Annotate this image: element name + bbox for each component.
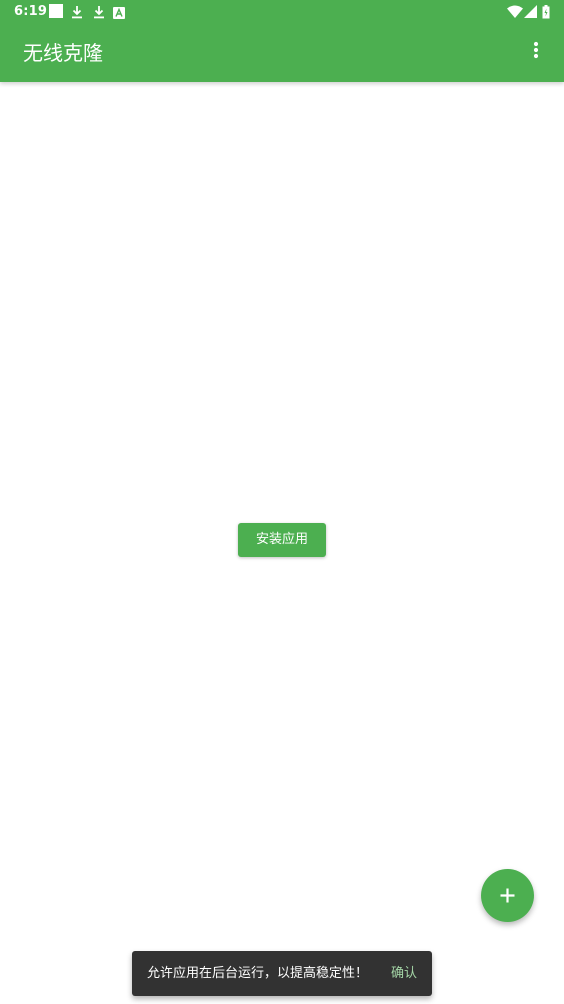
status-bar: 6:19 xyxy=(0,0,564,24)
cell-signal-icon xyxy=(524,4,538,18)
add-icon xyxy=(500,888,515,903)
download-icon xyxy=(70,4,84,19)
more-vert-icon xyxy=(533,41,539,59)
snackbar: 允许应用在后台运行，以提高稳定性！ 确认 xyxy=(132,951,432,996)
wifi-icon xyxy=(507,4,523,18)
add-fab-button[interactable] xyxy=(481,869,534,922)
battery-icon xyxy=(542,4,550,19)
notification-a-icon xyxy=(113,4,127,19)
screen: 6:19 无线克隆 安装应用 允许应用在后台运行，以提高稳定性！ 确认 xyxy=(0,0,564,1004)
download-icon xyxy=(92,4,106,19)
snackbar-confirm-button[interactable]: 确认 xyxy=(382,959,426,989)
install-app-button[interactable]: 安装应用 xyxy=(238,523,326,557)
status-time: 6:19 xyxy=(14,4,48,19)
notification-square-icon xyxy=(49,4,63,18)
snackbar-message: 允许应用在后台运行，以提高稳定性！ xyxy=(147,966,369,981)
more-options-button[interactable] xyxy=(516,38,556,68)
app-bar: 6:19 无线克隆 xyxy=(0,0,564,82)
app-title: 无线克隆 xyxy=(23,41,103,65)
